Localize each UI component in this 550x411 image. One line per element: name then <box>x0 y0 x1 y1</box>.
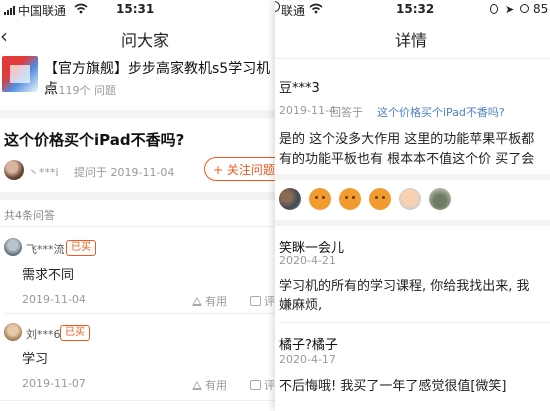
right-screen: 联通 15:32 ➤ 85 详情 豆***3 2019-11-4 回答于 这个价… <box>275 0 550 411</box>
reaction-photo-avatar[interactable] <box>429 188 451 210</box>
divider <box>0 400 275 401</box>
reaction-photo-avatar[interactable] <box>279 188 301 210</box>
section-divider <box>0 110 275 118</box>
reply-body-line: 是的 这个没多大作用 这里的功能苹果平板都 <box>279 132 535 147</box>
angry-emoji-icon[interactable] <box>309 188 331 210</box>
answer-count: 共4条问答 <box>4 209 55 222</box>
answerer-name: 刘***6 <box>26 328 61 341</box>
angry-emoji-icon[interactable] <box>369 188 391 210</box>
divider <box>0 226 275 227</box>
left-screen: 中国联通 15:31 ‹ 问大家 【官方旗舰】步步高家教机s5学习机点 共 11… <box>0 0 275 411</box>
signal-icon <box>4 6 15 15</box>
answer-avatar <box>4 323 22 341</box>
section-divider <box>275 174 550 180</box>
wifi-icon <box>309 3 323 14</box>
comment-icon <box>250 296 261 306</box>
page-title: 详情 <box>395 31 428 50</box>
comment-date: 2020-4-17 <box>279 353 336 366</box>
divider <box>275 58 550 59</box>
location-icon: ➤ <box>505 3 515 16</box>
product-thumbnail[interactable] <box>2 56 38 92</box>
thumb-triangle-icon <box>192 297 202 306</box>
wifi-icon <box>74 3 88 14</box>
comment-date: 2020-4-21 <box>279 254 336 267</box>
reaction-face-avatar[interactable] <box>399 188 421 210</box>
answer-avatar <box>4 238 22 256</box>
purchased-badge: 已买 <box>66 240 96 256</box>
comment-button[interactable]: 评 <box>250 377 275 393</box>
reply-body-line: 有的功能平板也有 根本本不值这个价 买了会 <box>279 152 535 167</box>
comment-button[interactable]: 评 <box>250 293 275 309</box>
rotation-lock-icon <box>275 1 280 12</box>
divider <box>4 313 275 314</box>
answer-text[interactable]: 需求不同 <box>22 264 74 283</box>
asker-avatar <box>4 160 24 180</box>
angry-emoji-icon[interactable] <box>339 188 361 210</box>
reply-prefix: 回答于 <box>330 106 363 119</box>
comment-icon <box>250 380 261 390</box>
answer-date: 2019-11-07 <box>22 377 86 390</box>
follow-question-button[interactable]: + 关注问题 <box>204 157 275 181</box>
page-title: 问大家 <box>121 31 170 50</box>
carrier-label: 中国联通 <box>18 4 67 18</box>
carrier-label: 联通 <box>281 4 306 18</box>
reply-question-link[interactable]: 这个价格买个iPad不香吗? <box>377 104 505 120</box>
reply-date: 2019-11-4 <box>279 104 336 117</box>
comment-body-line: 嫌麻烦, <box>279 298 323 313</box>
question-count: 共 119个 问题 <box>44 84 116 97</box>
useful-button[interactable]: 有用 <box>192 377 227 393</box>
alarm-icon <box>520 4 529 13</box>
purchased-badge: 已买 <box>60 325 90 341</box>
reaction-row <box>279 188 451 210</box>
answer-date: 2019-11-04 <box>22 293 86 306</box>
battery-level: 85 <box>533 2 549 16</box>
comment-body-line: 不后悔哦! 我买了一年了感觉很值[微笑] <box>279 379 507 394</box>
section-divider <box>0 192 275 200</box>
status-time: 15:31 <box>116 2 155 16</box>
status-bar: 联通 15:32 ➤ 85 <box>275 0 550 20</box>
divider <box>279 322 550 323</box>
comment-body-line: 学习机的所有的学习课程, 你给我找出来, 我 <box>279 279 530 294</box>
question-title: 这个价格买个iPad不香吗? <box>4 131 185 149</box>
status-bar: 中国联通 15:31 <box>0 0 275 20</box>
reply-author: 豆***3 <box>279 81 320 96</box>
thumb-triangle-icon <box>192 381 202 390</box>
lock-icon <box>490 4 498 14</box>
useful-button[interactable]: 有用 <box>192 293 227 309</box>
asked-date: 提问于 2019-11-04 <box>74 166 175 179</box>
back-icon[interactable]: ‹ <box>0 26 8 46</box>
asker-name: 丶***i <box>28 166 59 179</box>
commenter-name: 橘子?橘子 <box>279 338 338 353</box>
answer-text[interactable]: 学习 <box>22 348 48 367</box>
status-time: 15:32 <box>396 2 435 16</box>
section-divider <box>275 220 550 226</box>
answerer-name: 飞***流 <box>26 243 65 256</box>
